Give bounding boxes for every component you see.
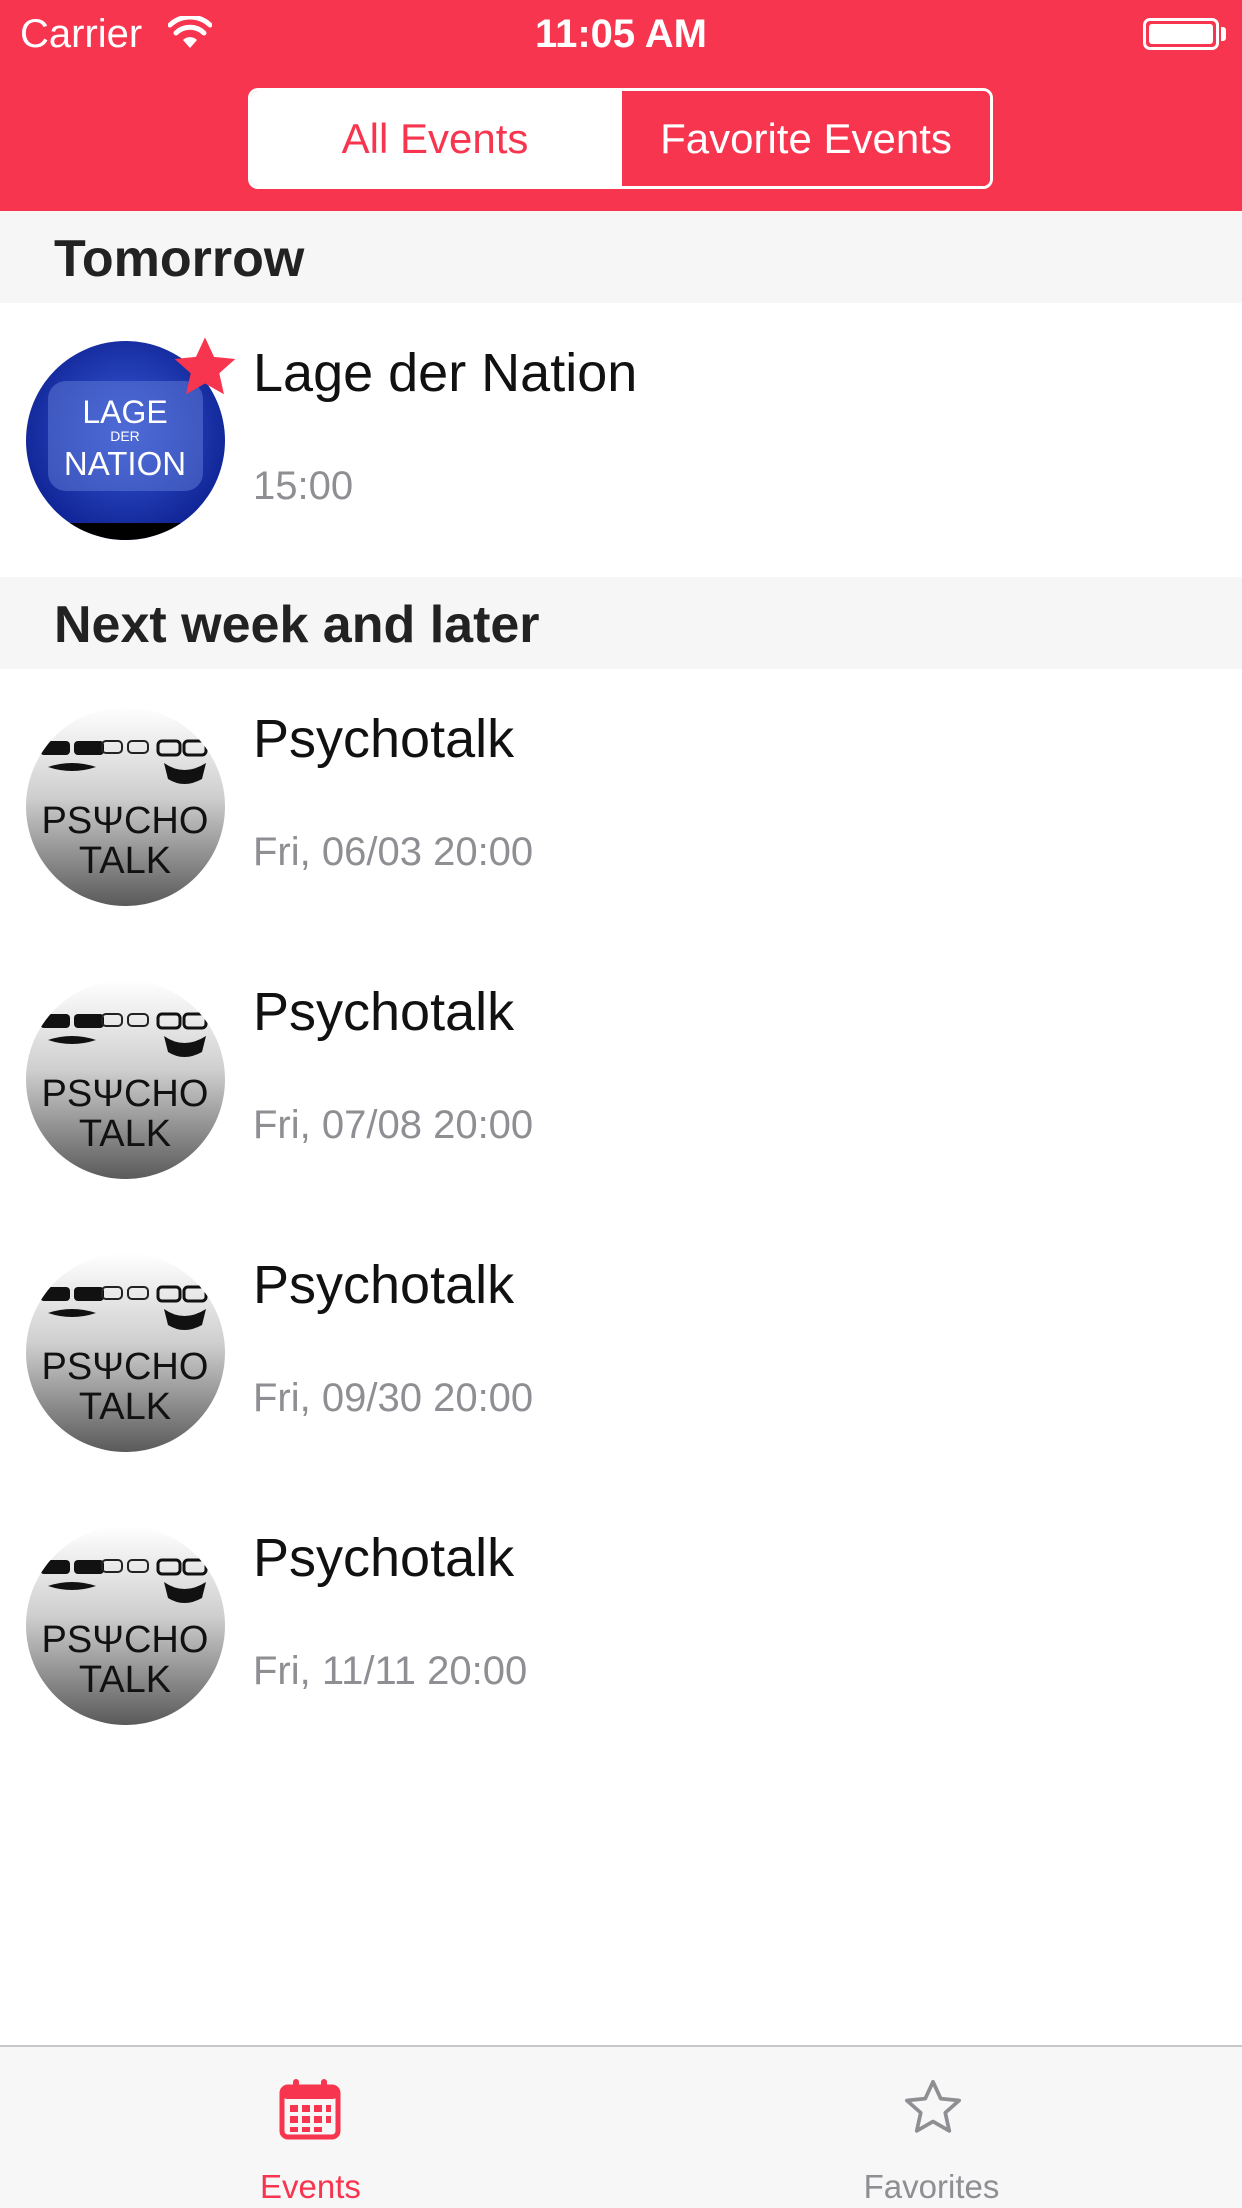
battery-icon [1143,18,1219,50]
tab-favorites-label: Favorites [863,2168,1000,2205]
event-time: Fri, 09/30 20:00 [253,1376,534,1420]
section-header-tomorrow: Tomorrow [0,211,1242,303]
section-header-next-week: Next week and later [0,577,1242,669]
star-filled-icon [174,337,236,395]
logo-text-top: LAGE [82,394,167,430]
logo-text-top: PSΨCHO [42,800,209,842]
event-row[interactable]: PSΨCHO TALK Psychotalk Fri, 09/30 20:00 [0,1215,1242,1488]
tab-bar: Events Favorites [0,2045,1242,2208]
star-outline-icon [905,2079,961,2133]
logo-text-bottom: TALK [79,1113,171,1155]
logo-text-top: PSΨCHO [42,1346,209,1388]
event-time: 15:00 [253,464,354,508]
event-row[interactable]: PSΨCHO TALK Psychotalk Fri, 07/08 20:00 [0,942,1242,1215]
tab-events-label: Events [260,2168,361,2205]
logo-text-top: PSΨCHO [42,1619,209,1661]
logo-text-mid: DER [110,428,140,444]
logo-text-bottom: TALK [79,840,171,882]
event-row[interactable]: PSΨCHO TALK Psychotalk Fri, 11/11 20:00 [0,1488,1242,1761]
tab-events[interactable]: Events [0,2047,621,2208]
podcast-logo-psychotalk: PSΨCHO TALK [26,1526,225,1725]
podcast-logo-psychotalk: PSΨCHO TALK [26,980,225,1179]
logo-text-top: PSΨCHO [42,1073,209,1115]
event-row[interactable]: LAGE DER NATION Lage der Nation 15:00 [0,303,1242,576]
podcast-logo-psychotalk: PSΨCHO TALK [26,1253,225,1452]
navigation-header: Carrier 11:05 AM All Events Favorite Eve… [0,0,1242,211]
event-title: Psychotalk [253,982,515,1042]
event-title: Psychotalk [253,709,515,769]
event-row[interactable]: PSΨCHO TALK Psychotalk Fri, 06/03 20:00 [0,669,1242,942]
status-time: 11:05 AM [535,12,707,56]
segment-all-events[interactable]: All Events [251,91,619,186]
podcast-logo-psychotalk: PSΨCHO TALK [26,707,225,906]
event-time: Fri, 11/11 20:00 [253,1649,528,1693]
logo-text-bottom: TALK [79,1386,171,1428]
segment-favorite-events[interactable]: Favorite Events [619,91,990,186]
event-time: Fri, 07/08 20:00 [253,1103,534,1147]
event-title: Psychotalk [253,1528,515,1588]
event-title: Lage der Nation [253,343,638,403]
event-title: Psychotalk [253,1255,515,1315]
section-title: Next week and later [54,596,540,654]
logo-text-bottom: TALK [79,1659,171,1701]
battery-tip [1221,27,1226,41]
status-bar: Carrier 11:05 AM [0,0,1242,66]
event-time: Fri, 06/03 20:00 [253,830,534,874]
calendar-icon [279,2079,341,2140]
section-title: Tomorrow [54,230,305,288]
events-segmented-control: All Events Favorite Events [248,88,993,189]
tab-favorites[interactable]: Favorites [621,2047,1242,2208]
logo-text-bottom: NATION [64,445,186,482]
